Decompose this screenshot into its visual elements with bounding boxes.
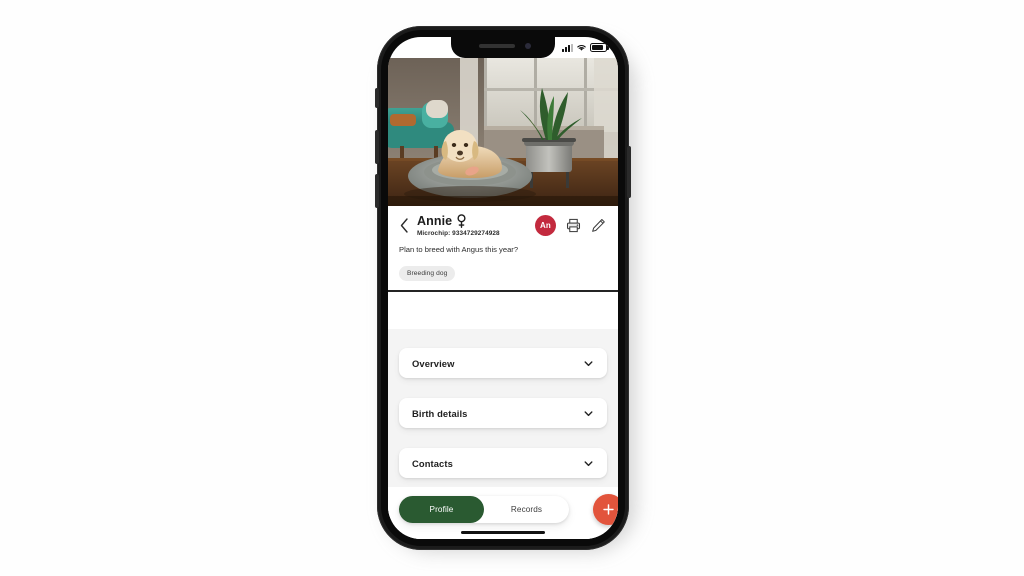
pet-title-block: Annie Microchip: 9334729274928 bbox=[417, 214, 529, 237]
pencil-icon bbox=[591, 219, 605, 233]
cellular-signal-icon bbox=[562, 43, 573, 52]
wifi-icon bbox=[577, 45, 586, 51]
header-divider bbox=[388, 290, 618, 293]
edit-button[interactable] bbox=[590, 218, 606, 234]
pet-header-card: Annie Microchip: 9334729274928 An Plan t… bbox=[388, 206, 618, 293]
print-button[interactable] bbox=[565, 218, 581, 234]
earpiece-speaker bbox=[479, 44, 515, 48]
status-bar bbox=[533, 37, 618, 58]
pet-photo[interactable] bbox=[388, 58, 618, 206]
section-birth-details-label: Birth details bbox=[412, 407, 468, 419]
plus-icon bbox=[603, 504, 614, 515]
add-button[interactable] bbox=[593, 494, 618, 525]
section-contacts[interactable]: Contacts bbox=[399, 448, 607, 478]
tab-records[interactable]: Records bbox=[484, 496, 569, 523]
page-title: Annie bbox=[417, 214, 453, 228]
header-actions: An bbox=[535, 215, 609, 237]
phone-screen: Annie Microchip: 9334729274928 An Plan t… bbox=[388, 37, 618, 539]
volume-down-button[interactable] bbox=[375, 174, 379, 208]
segmented-control: Profile Records bbox=[399, 496, 569, 523]
section-overview[interactable]: Overview bbox=[399, 348, 607, 378]
tab-profile[interactable]: Profile bbox=[399, 496, 484, 523]
power-button[interactable] bbox=[627, 146, 631, 198]
screenshot-canvas: Annie Microchip: 9334729274928 An Plan t… bbox=[0, 0, 1024, 576]
microchip-number: Microchip: 9334729274928 bbox=[417, 230, 500, 238]
chevron-down-icon bbox=[584, 360, 593, 366]
front-camera bbox=[525, 43, 531, 49]
section-birth-details[interactable]: Birth details bbox=[399, 398, 607, 428]
phone-device-frame: Annie Microchip: 9334729274928 An Plan t… bbox=[375, 26, 631, 550]
back-button[interactable] bbox=[397, 216, 411, 236]
pet-tag-row: Breeding dog bbox=[388, 255, 618, 290]
pet-header-row: Annie Microchip: 9334729274928 An bbox=[388, 214, 618, 237]
section-overview-label: Overview bbox=[412, 357, 455, 369]
avatar[interactable]: An bbox=[535, 215, 556, 237]
volume-up-button[interactable] bbox=[375, 130, 379, 164]
pet-note: Plan to breed with Angus this year? bbox=[399, 245, 519, 255]
bottom-navigation-bar: Profile Records bbox=[388, 487, 618, 539]
printer-icon bbox=[566, 219, 580, 233]
female-symbol-icon bbox=[457, 214, 466, 229]
battery-icon bbox=[590, 43, 609, 52]
chevron-down-icon bbox=[584, 410, 593, 416]
status-badge[interactable]: Breeding dog bbox=[399, 266, 456, 282]
home-indicator bbox=[461, 530, 545, 534]
silent-switch[interactable] bbox=[375, 88, 379, 108]
section-contacts-label: Contacts bbox=[412, 457, 453, 469]
chevron-down-icon bbox=[584, 460, 593, 466]
